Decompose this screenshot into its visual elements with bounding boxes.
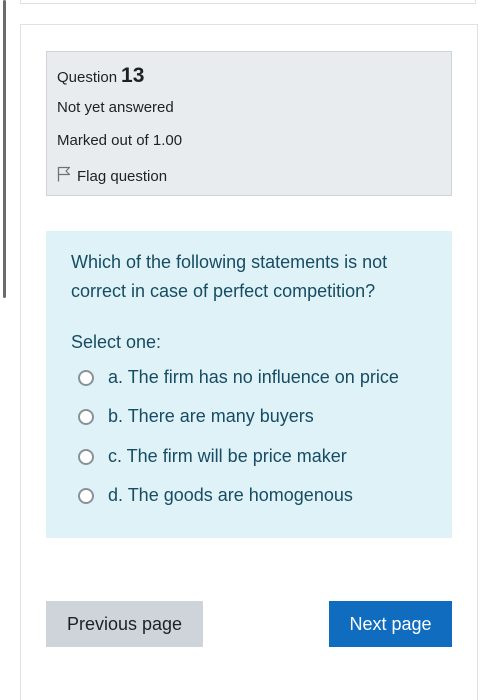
answer-option-c[interactable]: c. The firm will be price maker bbox=[78, 446, 347, 467]
answer-option-a[interactable]: a. The firm has no influence on price bbox=[78, 367, 399, 388]
question-info-panel: Question 13 Not yet answered Marked out o… bbox=[46, 51, 452, 196]
scrollbar[interactable] bbox=[3, 0, 6, 298]
answer-label: d. The goods are homogenous bbox=[108, 485, 353, 505]
answer-label: b. There are many buyers bbox=[108, 406, 314, 426]
question-label: Question bbox=[57, 69, 118, 86]
radio-button[interactable] bbox=[78, 448, 94, 465]
flag-question-label: Flag question bbox=[77, 167, 168, 185]
answer-prompt: Select one: bbox=[71, 332, 162, 352]
next-page-button[interactable]: Next page bbox=[329, 601, 452, 647]
radio-button[interactable] bbox=[78, 369, 94, 386]
question-number-value: 13 bbox=[121, 64, 145, 87]
flag-outline-icon bbox=[57, 166, 77, 186]
previous-question-card-edge bbox=[20, 0, 476, 4]
answer-option-b[interactable]: b. There are many buyers bbox=[78, 406, 314, 427]
answer-label: c. The firm will be price maker bbox=[108, 446, 347, 466]
radio-button[interactable] bbox=[78, 487, 94, 504]
radio-button[interactable] bbox=[78, 408, 94, 425]
question-number: Question 13 bbox=[57, 64, 144, 88]
question-grade: Marked out of 1.00 bbox=[57, 132, 183, 149]
answer-option-d[interactable]: d. The goods are homogenous bbox=[78, 485, 353, 506]
question-state: Not yet answered bbox=[57, 99, 174, 116]
previous-page-button[interactable]: Previous page bbox=[46, 601, 203, 647]
quiz-page: Question 13 Not yet answered Marked out o… bbox=[0, 0, 498, 700]
question-text: Which of the following statements is not… bbox=[71, 252, 388, 301]
flag-question-link[interactable]: Flag question bbox=[57, 166, 167, 186]
question-formulation: Which of the following statements is not… bbox=[46, 231, 452, 538]
answer-label: a. The firm has no influence on price bbox=[108, 367, 399, 387]
